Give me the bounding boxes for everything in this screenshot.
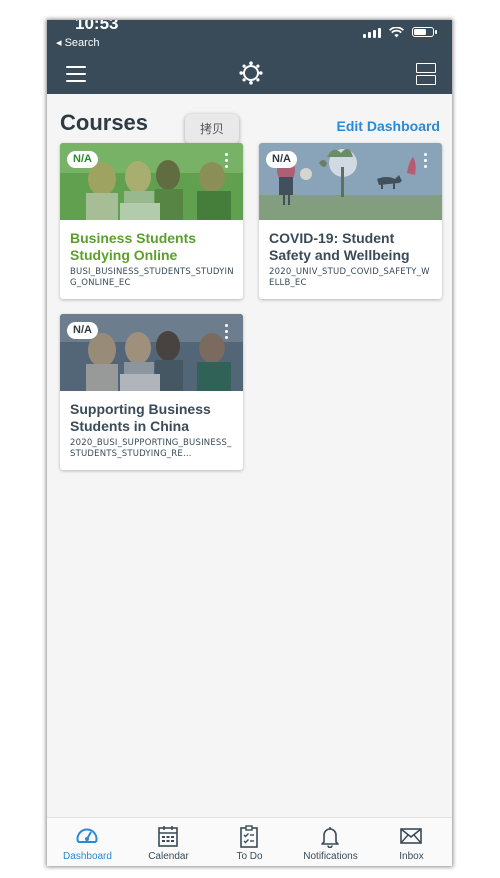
calendar-icon (158, 826, 178, 847)
course-card[interactable]: N/A COVID-19: Student Safety and Wellbei… (259, 143, 442, 299)
course-code: BUSI_BUSINESS_STUDENTS_STUDYING_ONLINE_E… (70, 267, 234, 288)
tab-label: Dashboard (63, 851, 112, 862)
battery-icon (412, 27, 437, 37)
tab-bar: Dashboard Calendar To Do Notifications I… (47, 817, 452, 866)
tab-label: Inbox (399, 851, 424, 862)
navigation-bar (47, 52, 452, 94)
cellular-signal-icon (363, 27, 381, 38)
status-bar: 10:53 ◂ Search (47, 20, 452, 52)
bell-icon (321, 827, 339, 848)
dashboard-header: Courses 拷贝 Edit Dashboard (60, 110, 440, 144)
tab-label: Calendar (148, 851, 189, 862)
tab-inbox[interactable]: Inbox (371, 818, 452, 866)
copy-tooltip[interactable]: 拷贝 (185, 114, 239, 144)
course-card[interactable]: N/A Supporting Business Students in Chin… (60, 314, 243, 470)
phone-screen: 10:53 ◂ Search Courses 拷贝 Edit Dashboard… (47, 20, 452, 866)
layout-toggle-icon[interactable] (416, 63, 436, 85)
page-title: Courses (60, 110, 149, 135)
status-time: 10:53 (75, 20, 119, 33)
tab-dashboard[interactable]: Dashboard (47, 818, 128, 866)
course-name[interactable]: Supporting Business Students in China (70, 401, 236, 435)
canvas-logo-icon (239, 61, 263, 85)
back-to-search-link[interactable]: ◂ Search (56, 36, 99, 49)
course-options-icon[interactable] (223, 153, 229, 173)
course-options-icon[interactable] (223, 324, 229, 344)
edit-dashboard-link[interactable]: Edit Dashboard (337, 118, 440, 134)
dashboard-icon (76, 828, 98, 843)
course-code: 2020_BUSI_SUPPORTING_BUSINESS_STUDENTS_S… (70, 438, 232, 459)
tab-calendar[interactable]: Calendar (128, 818, 209, 866)
wifi-icon (389, 26, 404, 37)
envelope-icon (400, 828, 422, 844)
hamburger-menu-icon[interactable] (66, 66, 86, 82)
todo-icon (240, 825, 258, 848)
course-options-icon[interactable] (422, 153, 428, 173)
grade-badge: N/A (67, 322, 98, 339)
course-name[interactable]: Business Students Studying Online (70, 230, 236, 264)
grade-badge: N/A (67, 151, 98, 168)
course-card[interactable]: N/A Business Students Studying Online BU… (60, 143, 243, 299)
course-code: 2020_UNIV_STUD_COVID_SAFETY_WELLB_EC (269, 267, 430, 288)
grade-badge: N/A (266, 151, 297, 168)
course-name[interactable]: COVID-19: Student Safety and Wellbeing (269, 230, 435, 264)
status-icons (363, 25, 437, 39)
tab-label: To Do (236, 851, 263, 862)
tab-label: Notifications (303, 851, 358, 862)
dashboard-content: Courses 拷贝 Edit Dashboard N/A Business S… (47, 94, 452, 817)
tab-todo[interactable]: To Do (209, 818, 290, 866)
tab-notifications[interactable]: Notifications (290, 818, 371, 866)
